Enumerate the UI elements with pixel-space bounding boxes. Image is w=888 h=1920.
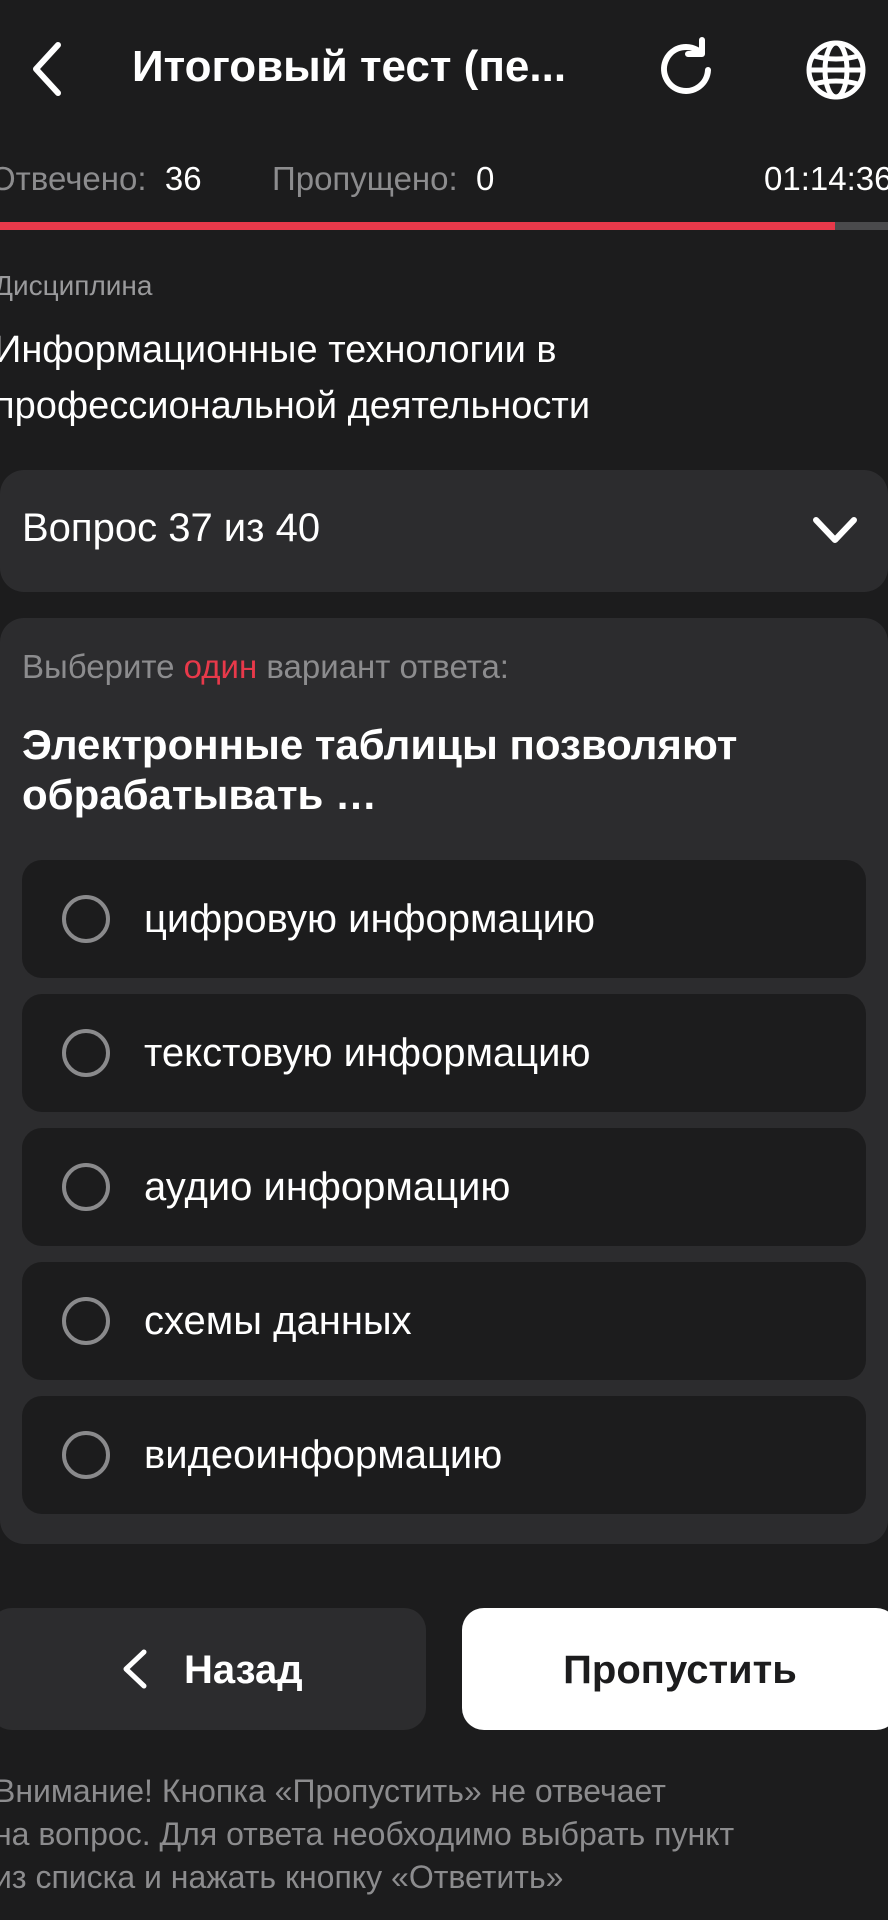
notice-line: Внимание! Кнопка «Пропустить» не отвечае…	[0, 1773, 666, 1809]
answered-label: Отвечено:	[0, 160, 147, 197]
answer-option[interactable]: схемы данных	[22, 1262, 866, 1380]
test-stats: Отвечено: 36 Пропущено: 0 01:14:36	[0, 160, 888, 204]
radio-circle-icon[interactable]	[62, 1029, 110, 1077]
refresh-icon	[661, 37, 711, 94]
answer-option-label: аудио информацию	[144, 1165, 511, 1209]
page-title: Итоговый тест (пе...	[132, 42, 567, 91]
instruction-prefix: Выберите	[22, 648, 184, 685]
chevron-left-icon	[33, 42, 61, 96]
back-button[interactable]: Назад	[0, 1608, 426, 1730]
radio-circle-icon[interactable]	[62, 1163, 110, 1211]
progress-bar-fill	[0, 222, 835, 230]
skipped-count: Пропущено: 0	[272, 160, 494, 198]
test-screen: Итоговый тест (пе... Отвечено: 36 Пропущ…	[0, 0, 888, 1920]
skip-button[interactable]: Пропустить	[462, 1608, 888, 1730]
instruction-accent: один	[183, 648, 258, 685]
answer-option-label: текстовую информацию	[144, 1031, 591, 1075]
back-nav-button[interactable]	[22, 36, 72, 102]
timer: 01:14:36	[764, 160, 888, 197]
back-button-label: Назад	[184, 1648, 303, 1692]
answered-value: 36	[164, 160, 202, 197]
answer-option-label: видеоинформацию	[144, 1433, 503, 1477]
skip-notice: Внимание! Кнопка «Пропустить» не отвечае…	[0, 1770, 874, 1899]
radio-circle-icon[interactable]	[62, 1431, 110, 1479]
radio-circle-icon[interactable]	[62, 895, 110, 943]
skipped-label: Пропущено:	[272, 160, 458, 197]
notice-line: из списка и нажать кнопку «Ответить»	[0, 1859, 564, 1895]
discipline-label: Дисциплина	[0, 270, 153, 301]
answer-option-label: схемы данных	[144, 1299, 412, 1343]
language-button[interactable]	[800, 34, 872, 106]
answer-option[interactable]: цифровую информацию	[22, 860, 866, 978]
skipped-value: 0	[476, 160, 495, 197]
answer-option-label: цифровую информацию	[144, 897, 595, 941]
discipline-name: Информационные технологии в профессионал…	[0, 329, 591, 427]
skip-button-label: Пропустить	[563, 1648, 797, 1692]
instruction-suffix: вариант ответа:	[257, 648, 509, 685]
question-card: Выберите один вариант ответа: Электронны…	[0, 618, 888, 1544]
question-selector[interactable]: Вопрос 37 из 40	[0, 470, 888, 592]
notice-line: на вопрос. Для ответа необходимо выбрать…	[0, 1816, 735, 1852]
refresh-button[interactable]	[650, 34, 722, 106]
globe-icon	[806, 40, 866, 100]
chevron-down-icon	[813, 517, 857, 543]
answer-option[interactable]: текстовую информацию	[22, 994, 866, 1112]
answer-option[interactable]: видеоинформацию	[22, 1396, 866, 1514]
progress-bar	[0, 222, 888, 230]
radio-circle-icon[interactable]	[62, 1297, 110, 1345]
answered-count: Отвечено: 36	[0, 160, 202, 198]
question-text: Электронные таблицы позволяют обрабатыва…	[22, 721, 738, 818]
question-number: Вопрос 37 из 40	[22, 506, 321, 550]
answer-instruction: Выберите один вариант ответа:	[22, 648, 509, 686]
app-header: Итоговый тест (пе...	[0, 0, 888, 140]
chevron-left-icon	[123, 1649, 147, 1689]
answer-option[interactable]: аудио информацию	[22, 1128, 866, 1246]
